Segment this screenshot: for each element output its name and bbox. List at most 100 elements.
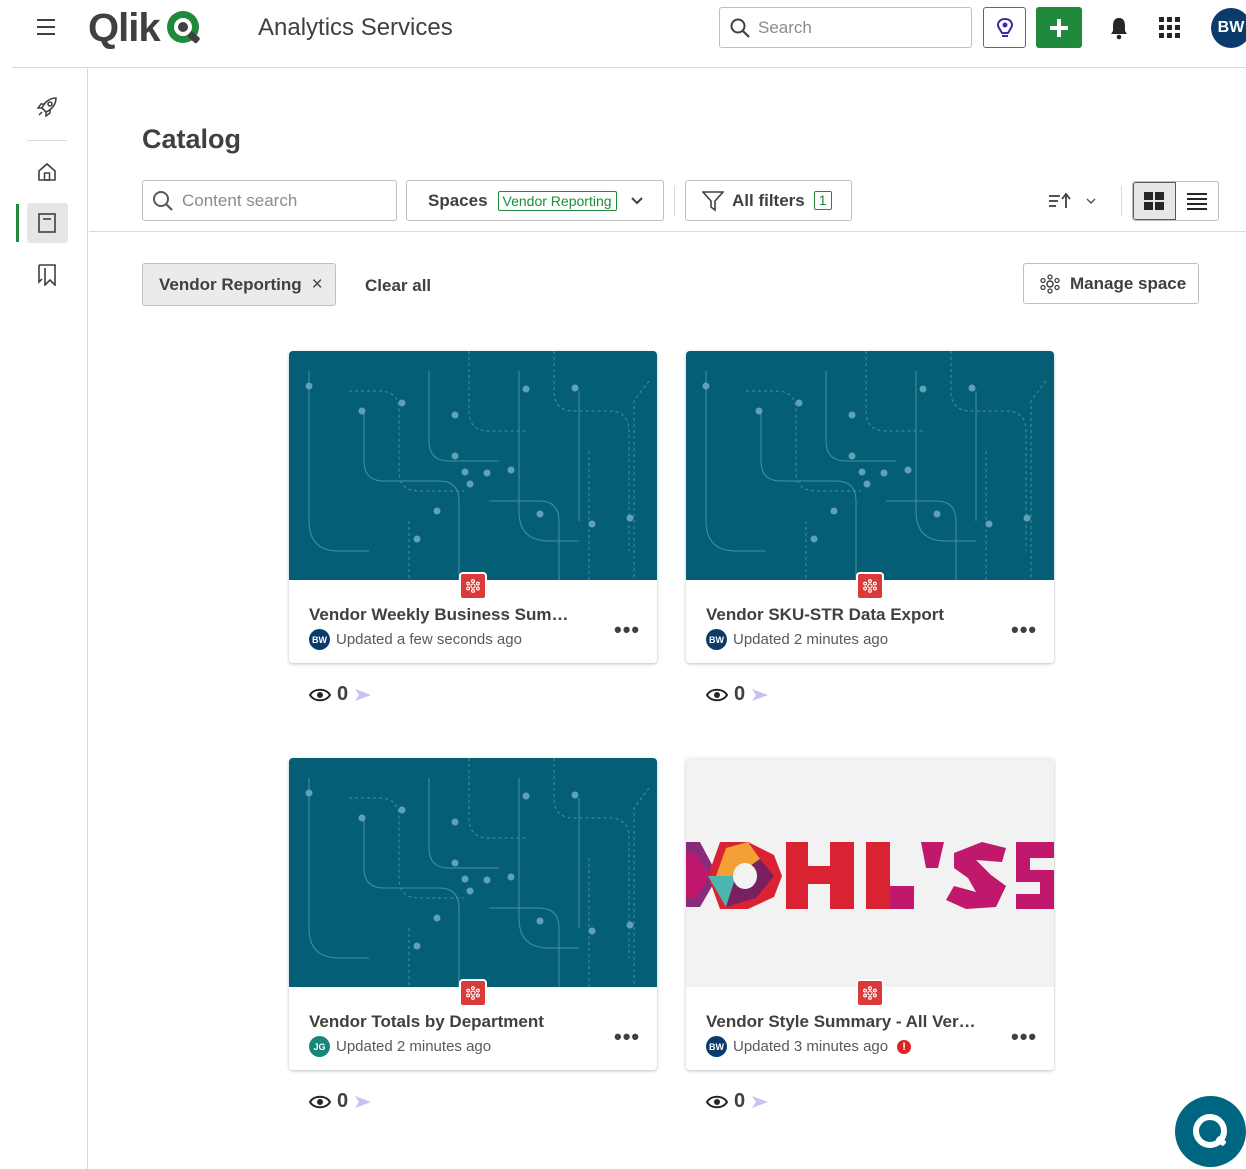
- card-title[interactable]: Vendor Totals by Department: [309, 1012, 544, 1032]
- circuit-node: [507, 466, 515, 474]
- circuit-pattern: [305, 758, 650, 987]
- error-icon[interactable]: !: [897, 1039, 912, 1054]
- circuit-line: [349, 390, 464, 492]
- bell-icon[interactable]: [1108, 16, 1130, 40]
- create-button[interactable]: [1036, 7, 1082, 48]
- circuit-line: [308, 371, 369, 552]
- search-icon: [730, 18, 750, 38]
- eye-icon: [706, 1095, 728, 1108]
- circuit-line: [915, 371, 976, 542]
- app-type-icon: [856, 572, 884, 600]
- global-search[interactable]: [719, 7, 972, 48]
- arrow-right-icon[interactable]: [354, 1095, 372, 1109]
- card-title[interactable]: Vendor Weekly Business Sum…: [309, 605, 569, 625]
- arrow-right-icon[interactable]: [751, 688, 769, 702]
- app-card[interactable]: Vendor Style Summary - All Ver… BW Updat…: [686, 758, 1054, 1070]
- circuit-node: [858, 468, 866, 476]
- spaces-dropdown[interactable]: Spaces Vendor Reporting: [406, 180, 664, 221]
- circuit-node: [398, 399, 406, 407]
- close-icon[interactable]: ×: [312, 274, 323, 296]
- arrow-right-icon[interactable]: [354, 688, 372, 702]
- circuit-line: [363, 818, 460, 987]
- insight-advisor-button[interactable]: [983, 7, 1026, 48]
- view-count: 0: [309, 1090, 372, 1113]
- global-search-input[interactable]: [758, 17, 958, 38]
- circuit-node: [810, 535, 818, 543]
- eye-icon: [706, 688, 728, 701]
- circuit-node: [863, 480, 871, 488]
- page-title: Catalog: [142, 124, 242, 154]
- sort-icon: [1049, 192, 1071, 208]
- app-grid-icon[interactable]: [1159, 17, 1180, 38]
- content-search[interactable]: [142, 180, 397, 221]
- more-options-button[interactable]: •••: [1011, 617, 1037, 643]
- view-count: 0: [309, 683, 372, 706]
- list-view-button[interactable]: [1176, 182, 1218, 220]
- home-icon: [38, 162, 56, 181]
- qlik-logo[interactable]: Qlik: [88, 6, 204, 50]
- app-card[interactable]: Vendor Weekly Business Sum… BW Updated a…: [289, 351, 657, 663]
- chevron-down-icon: [630, 196, 643, 204]
- user-avatar[interactable]: BW: [1211, 8, 1246, 48]
- grid-view-button[interactable]: [1133, 182, 1176, 220]
- sort-button[interactable]: [1048, 190, 1098, 212]
- more-options-button[interactable]: •••: [614, 617, 640, 643]
- grid-view-icon: [1144, 192, 1165, 210]
- circuit-node: [1023, 514, 1031, 522]
- active-filter-chip: Vendor Reporting ×: [142, 263, 336, 306]
- all-filters-button[interactable]: All filters 1: [685, 180, 852, 221]
- catalog-header-divider: [89, 231, 1246, 232]
- circuit-node: [358, 814, 366, 822]
- left-navigation: [0, 68, 88, 1169]
- circuit-line: [518, 371, 579, 542]
- card-title[interactable]: Vendor Style Summary - All Ver…: [706, 1012, 976, 1032]
- circuit-line: [468, 351, 529, 432]
- app-card[interactable]: Vendor Totals by Department JG Updated 2…: [289, 758, 657, 1070]
- circuit-line: [468, 758, 529, 839]
- app-card[interactable]: Vendor SKU-STR Data Export BW Updated 2 …: [686, 351, 1054, 663]
- card-meta: BW Updated a few seconds ago: [309, 629, 522, 650]
- circuit-node: [755, 407, 763, 415]
- circuit-node: [461, 875, 469, 883]
- circuit-node: [413, 535, 421, 543]
- circuit-node: [848, 452, 856, 460]
- circuit-node: [536, 917, 544, 925]
- circuit-line: [705, 371, 766, 552]
- circuit-node: [451, 452, 459, 460]
- circuit-node: [483, 469, 491, 477]
- card-meta: BW Updated 3 minutes ago !: [706, 1036, 912, 1057]
- nav-item-launch[interactable]: [36, 96, 58, 118]
- circuit-line: [308, 778, 369, 959]
- circuit-node: [483, 876, 491, 884]
- circuit-node: [588, 927, 596, 935]
- more-options-button[interactable]: •••: [1011, 1024, 1037, 1050]
- nav-item-home[interactable]: [36, 161, 58, 183]
- collections-icon: [38, 264, 56, 286]
- card-title[interactable]: Vendor SKU-STR Data Export: [706, 605, 944, 625]
- more-options-button[interactable]: •••: [614, 1024, 640, 1050]
- menu-icon[interactable]: [37, 19, 57, 37]
- circuit-node: [985, 520, 993, 528]
- filter-count-badge: 1: [813, 191, 832, 210]
- circuit-node: [588, 520, 596, 528]
- qlik-chat-button[interactable]: [1175, 1096, 1246, 1167]
- app-thumbnail: [686, 758, 1054, 987]
- clear-all-button[interactable]: Clear all: [365, 276, 431, 296]
- app-thumbnail: [289, 351, 657, 580]
- circuit-node: [358, 407, 366, 415]
- nav-item-catalog-icon-wrap[interactable]: [36, 212, 58, 234]
- circuit-node: [626, 921, 634, 929]
- content-search-input[interactable]: [182, 190, 382, 211]
- app-type-icon: [459, 572, 487, 600]
- space-icon: [1040, 273, 1060, 294]
- manage-space-button[interactable]: Manage space: [1023, 263, 1199, 304]
- circuit-line: [633, 787, 650, 987]
- app-title: Analytics Services: [258, 14, 453, 41]
- catalog-icon: [38, 213, 56, 233]
- circuit-node: [451, 411, 459, 419]
- nav-item-collections[interactable]: [36, 264, 58, 286]
- circuit-node: [536, 510, 544, 518]
- arrow-right-icon[interactable]: [751, 1095, 769, 1109]
- nav-active-indicator: [16, 204, 19, 242]
- eye-icon: [309, 688, 331, 701]
